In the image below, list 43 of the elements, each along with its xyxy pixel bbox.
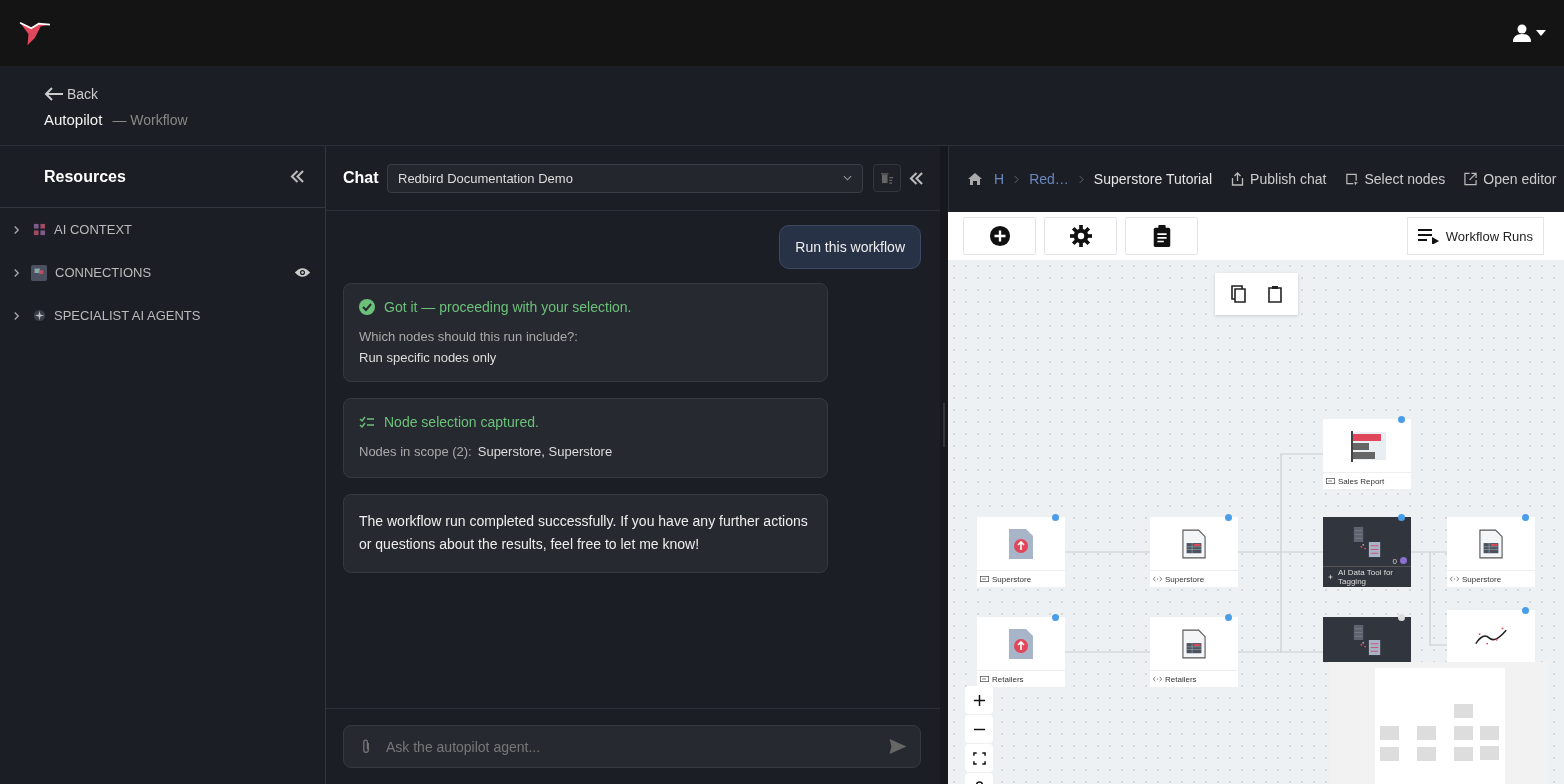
node-label: Superstore bbox=[992, 574, 1032, 584]
resource-item[interactable]: SPECIALIST AI AGENTS bbox=[0, 294, 325, 337]
resources-title: Resources bbox=[44, 167, 126, 186]
workflow-node[interactable]: Sales Report bbox=[1323, 419, 1411, 489]
breadcrumb-item[interactable]: Red… bbox=[1029, 171, 1069, 187]
resource-label: AI CONTEXT bbox=[54, 222, 133, 237]
workflow-node[interactable]: Retailers bbox=[977, 617, 1065, 687]
session-dropdown[interactable]: Redbird Documentation Demo bbox=[387, 163, 863, 193]
resource-item[interactable]: CONNECTIONS bbox=[0, 251, 325, 294]
workflow-node[interactable]: Superstore bbox=[1447, 517, 1535, 587]
node-counter: 0 bbox=[1392, 557, 1397, 566]
page-subtitle: — Workflow bbox=[112, 112, 188, 128]
resource-item[interactable]: AI CONTEXT bbox=[0, 208, 325, 251]
workflow-node[interactable]: 0 AI Data Tool for Tagging bbox=[1323, 517, 1411, 587]
page-title: Autopilot bbox=[44, 111, 103, 128]
resource-label: CONNECTIONS bbox=[55, 265, 153, 280]
message-title: Node selection captured. bbox=[384, 414, 539, 430]
toolbar-action[interactable]: Open editor bbox=[1464, 171, 1557, 187]
chat-title: Chat bbox=[343, 169, 379, 187]
node-label: Retailers bbox=[992, 674, 1024, 684]
workflow-node[interactable]: Superstore bbox=[977, 517, 1065, 587]
node-label: Superstore bbox=[1462, 574, 1502, 584]
workflow-node[interactable]: Retailers bbox=[1150, 617, 1238, 687]
answer-text: Run specific nodes only bbox=[359, 350, 498, 365]
scope-value: Superstore, Superstore bbox=[477, 444, 613, 459]
scope-label: Nodes in scope (2): bbox=[359, 444, 472, 459]
toolbar-action[interactable]: Select nodes bbox=[1345, 171, 1446, 187]
node-label: Sales Report bbox=[1338, 476, 1385, 486]
workflow-node[interactable]: Superstore bbox=[1150, 517, 1238, 587]
node-label: Superstore bbox=[1165, 574, 1205, 584]
node-label: Retailers bbox=[1165, 674, 1197, 684]
message-text: The workflow run completed successfully. If you have any further actions or questions about the results, feel free to let me know! bbox=[359, 512, 809, 554]
breadcrumb-item[interactable]: Superstore Tutorial bbox=[1093, 171, 1213, 187]
node-label: AI Data Tool for Tagging bbox=[1338, 568, 1394, 586]
question-text: Which nodes should this run include?: bbox=[359, 329, 579, 344]
resource-label: SPECIALIST AI AGENTS bbox=[54, 308, 202, 323]
toolbar-action[interactable]: Publish chat bbox=[1231, 171, 1327, 187]
breadcrumb-item[interactable]: H bbox=[994, 171, 1005, 187]
message-title: Got it — proceeding with your selection. bbox=[384, 299, 632, 315]
back-link[interactable]: Back bbox=[44, 86, 99, 102]
workflow-runs-button[interactable]: Workflow Runs bbox=[1406, 217, 1544, 255]
user-message: Run this workflow bbox=[779, 225, 921, 269]
message-input[interactable]: Ask the autopilot agent... bbox=[343, 725, 921, 768]
